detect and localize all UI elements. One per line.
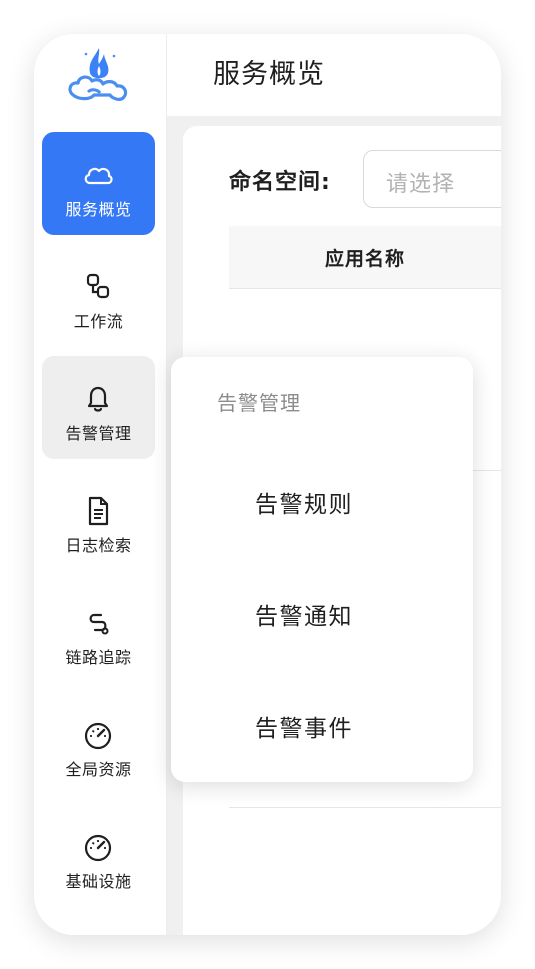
menu-item-alert-rules[interactable]: 告警规则 [255, 485, 353, 519]
menu-item-alert-notifications[interactable]: 告警通知 [255, 597, 353, 631]
sidebar-item-alert-management[interactable]: 告警管理 [42, 356, 155, 459]
sidebar-item-label: 全局资源 [65, 760, 132, 779]
gauge-icon [84, 834, 112, 862]
sidebar-item-tracing[interactable]: 链路追踪 [42, 580, 155, 683]
sidebar-item-workflow[interactable]: 工作流 [42, 244, 155, 347]
app-window: 服务概览 工作流 告警管理 日志检索 链路追踪 全局资源 基础设施 服务概览 命… [34, 34, 501, 935]
alert-submenu: 告警管理 告警规则 告警通知 告警事件 [171, 357, 473, 782]
workflow-icon [86, 273, 110, 299]
table-row-divider [229, 807, 501, 808]
menu-item-alert-events[interactable]: 告警事件 [255, 709, 353, 743]
namespace-select[interactable]: 请选择 [363, 150, 501, 208]
namespace-label: 命名空间: [229, 170, 331, 195]
gauge-icon [84, 722, 112, 750]
document-icon [88, 496, 109, 526]
sidebar-item-label: 链路追踪 [65, 648, 132, 667]
sidebar-item-label: 服务概览 [65, 200, 132, 219]
sidebar: 服务概览 工作流 告警管理 日志检索 链路追踪 全局资源 基础设施 [34, 34, 167, 935]
sidebar-item-label: 基础设施 [65, 872, 132, 891]
header: 服务概览 [167, 34, 501, 116]
logo-icon[interactable] [64, 40, 134, 110]
page-title: 服务概览 [213, 59, 325, 90]
cloud-icon [84, 167, 113, 185]
namespace-placeholder: 请选择 [386, 172, 456, 197]
sidebar-item-label: 告警管理 [65, 424, 132, 443]
table-header: 应用名称 [229, 226, 501, 289]
sidebar-item-label: 工作流 [73, 312, 124, 331]
route-icon [89, 613, 109, 635]
sidebar-item-infrastructure[interactable]: 基础设施 [42, 804, 155, 907]
column-header-app-name[interactable]: 应用名称 [325, 244, 405, 271]
submenu-group-title: 告警管理 [217, 391, 301, 415]
sidebar-item-service-overview[interactable]: 服务概览 [42, 132, 155, 235]
sidebar-item-label: 日志检索 [65, 536, 132, 555]
sidebar-item-global-resources[interactable]: 全局资源 [42, 692, 155, 795]
sidebar-item-log-search[interactable]: 日志检索 [42, 468, 155, 571]
bell-icon [87, 386, 109, 412]
